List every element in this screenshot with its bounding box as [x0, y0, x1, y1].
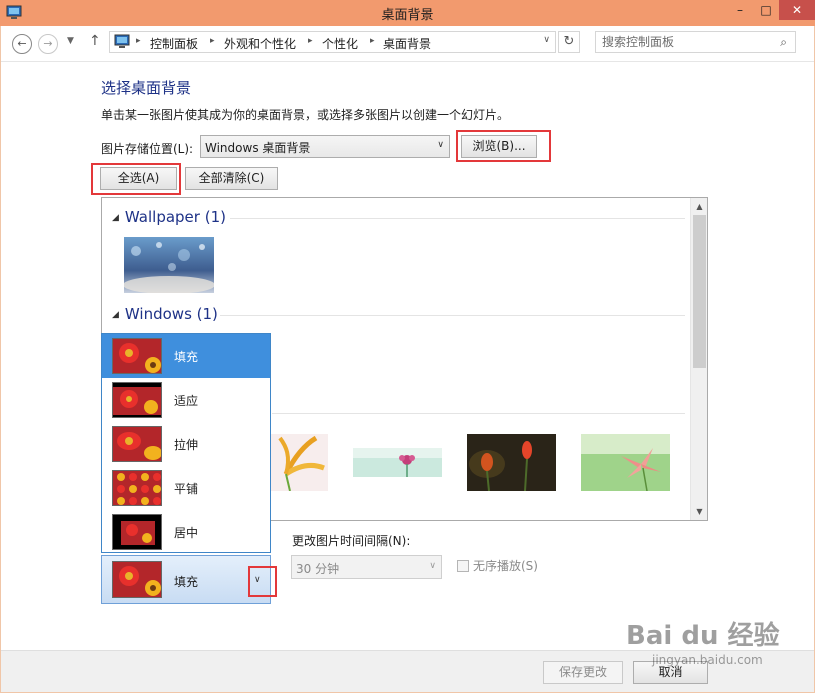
- position-option-fit[interactable]: 适应: [102, 378, 270, 422]
- flower-thumbnail[interactable]: [467, 434, 556, 491]
- position-option-label: 居中: [174, 526, 199, 540]
- group-divider: [230, 218, 685, 219]
- clear-all-button[interactable]: 全部清除(C): [185, 167, 278, 190]
- location-value: Windows 桌面背景: [205, 141, 311, 155]
- breadcrumb-item-appearance[interactable]: 外观和个性化: [224, 35, 296, 52]
- shuffle-label: 无序播放(S): [473, 559, 538, 573]
- tile-icon: [112, 470, 162, 506]
- wallpaper-thumbnail[interactable]: [124, 237, 214, 293]
- group-divider: [220, 315, 685, 316]
- pink-lily-image: [581, 434, 670, 491]
- position-option-tile[interactable]: 平铺: [102, 466, 270, 510]
- scrollbar-thumb[interactable]: [693, 215, 706, 368]
- center-icon: [112, 514, 162, 550]
- chevron-right-icon[interactable]: ▸: [370, 36, 375, 46]
- picture-position-select[interactable]: 填充 ∨: [101, 555, 271, 604]
- baidu-watermark: Bai du 经验 jingyan.baidu.com: [626, 620, 780, 667]
- breadcrumb-item-desktop-background[interactable]: 桌面背景: [383, 35, 431, 52]
- fill-icon: [112, 338, 162, 374]
- flower-thumbnail[interactable]: [266, 434, 328, 491]
- select-all-button[interactable]: 全选(A): [100, 167, 177, 190]
- address-bar: ← → ▼ ↑ ▸ 控制面板 ▸ 外观和个性化 ▸ 个性化 ▸ 桌面背景 ∨ ↻…: [1, 26, 814, 62]
- group-label: Wallpaper (1): [124, 208, 226, 226]
- position-option-label: 平铺: [174, 482, 199, 496]
- group-divider: [272, 413, 685, 414]
- recent-locations-icon[interactable]: ▼: [67, 36, 74, 46]
- picture-position-menu: 填充 适应 拉伸 平铺 居中: [101, 333, 271, 553]
- up-button[interactable]: ↑: [89, 33, 101, 49]
- stretch-icon: [112, 426, 162, 462]
- interval-select[interactable]: 30 分钟 ∨: [291, 555, 442, 579]
- page-description: 单击某一张图片使其成为你的桌面背景，或选择多张图片以创建一个幻灯片。: [101, 108, 510, 122]
- search-input[interactable]: [602, 34, 772, 50]
- maximize-button[interactable]: □: [753, 0, 779, 20]
- chevron-right-icon[interactable]: ▸: [210, 36, 215, 46]
- chevron-right-icon[interactable]: ▸: [308, 36, 313, 46]
- group-header-windows[interactable]: ◢ Windows (1): [112, 305, 218, 323]
- fit-icon: [112, 382, 162, 418]
- yellow-flower-image: [266, 434, 328, 491]
- shuffle-checkbox[interactable]: 无序播放(S): [457, 557, 538, 574]
- flower-thumbnail[interactable]: [353, 448, 442, 477]
- fill-icon: [112, 561, 162, 598]
- group-label: Windows (1): [124, 305, 218, 323]
- forward-button[interactable]: →: [38, 34, 58, 54]
- minimize-button[interactable]: –: [727, 0, 753, 20]
- title-bar: 桌面背景 – □ ✕: [0, 0, 815, 26]
- chevron-down-icon[interactable]: ∨: [543, 35, 550, 45]
- refresh-button[interactable]: ↻: [558, 31, 580, 53]
- chevron-right-icon: ▸: [136, 36, 141, 46]
- page-title: 选择桌面背景: [101, 79, 192, 97]
- interval-label: 更改图片时间间隔(N):: [292, 534, 411, 548]
- chevron-down-icon: ∨: [429, 561, 436, 571]
- breadcrumb-item-control-panel[interactable]: 控制面板: [150, 35, 198, 52]
- red-tulip-image: [467, 434, 556, 491]
- location-label: 图片存储位置(L):: [101, 142, 194, 156]
- chevron-down-icon: ∨: [437, 140, 444, 150]
- vertical-scrollbar[interactable]: ▲ ▼: [690, 198, 707, 520]
- scroll-up-icon[interactable]: ▲: [691, 198, 707, 215]
- search-icon[interactable]: ⌕: [780, 35, 787, 50]
- interval-value: 30 分钟: [296, 562, 340, 576]
- position-option-center[interactable]: 居中: [102, 510, 270, 554]
- save-button[interactable]: 保存更改: [543, 661, 623, 684]
- position-option-label: 拉伸: [174, 438, 199, 452]
- back-button[interactable]: ←: [12, 34, 32, 54]
- position-option-fill[interactable]: 填充: [102, 334, 270, 378]
- breadcrumb[interactable]: ▸ 控制面板 ▸ 外观和个性化 ▸ 个性化 ▸ 桌面背景 ∨: [109, 31, 556, 53]
- checkbox-icon[interactable]: [457, 560, 469, 572]
- window-title: 桌面背景: [381, 8, 434, 23]
- collapse-icon[interactable]: ◢: [112, 213, 119, 223]
- collapse-icon[interactable]: ◢: [112, 310, 119, 320]
- position-option-stretch[interactable]: 拉伸: [102, 422, 270, 466]
- watermark-brand: Bai du 经验: [626, 620, 780, 651]
- breadcrumb-item-personalization[interactable]: 个性化: [322, 35, 358, 52]
- search-box[interactable]: ⌕: [595, 31, 796, 53]
- highlight-dropdown-arrow: [248, 566, 277, 597]
- control-panel-icon: [114, 34, 130, 48]
- bokeh-image: [124, 237, 214, 293]
- picture-position-value: 填充: [174, 575, 199, 589]
- position-option-label: 填充: [174, 350, 199, 364]
- group-header-wallpaper[interactable]: ◢ Wallpaper (1): [112, 208, 226, 226]
- watermark-url: jingyan.baidu.com: [651, 653, 763, 667]
- browse-button[interactable]: 浏览(B)...: [461, 135, 537, 158]
- position-option-label: 适应: [174, 394, 199, 408]
- scroll-down-icon[interactable]: ▼: [691, 503, 707, 520]
- location-select[interactable]: Windows 桌面背景 ∨: [200, 135, 450, 158]
- flower-thumbnail[interactable]: [581, 434, 670, 491]
- pink-flower-image: [353, 448, 442, 477]
- close-button[interactable]: ✕: [779, 0, 815, 20]
